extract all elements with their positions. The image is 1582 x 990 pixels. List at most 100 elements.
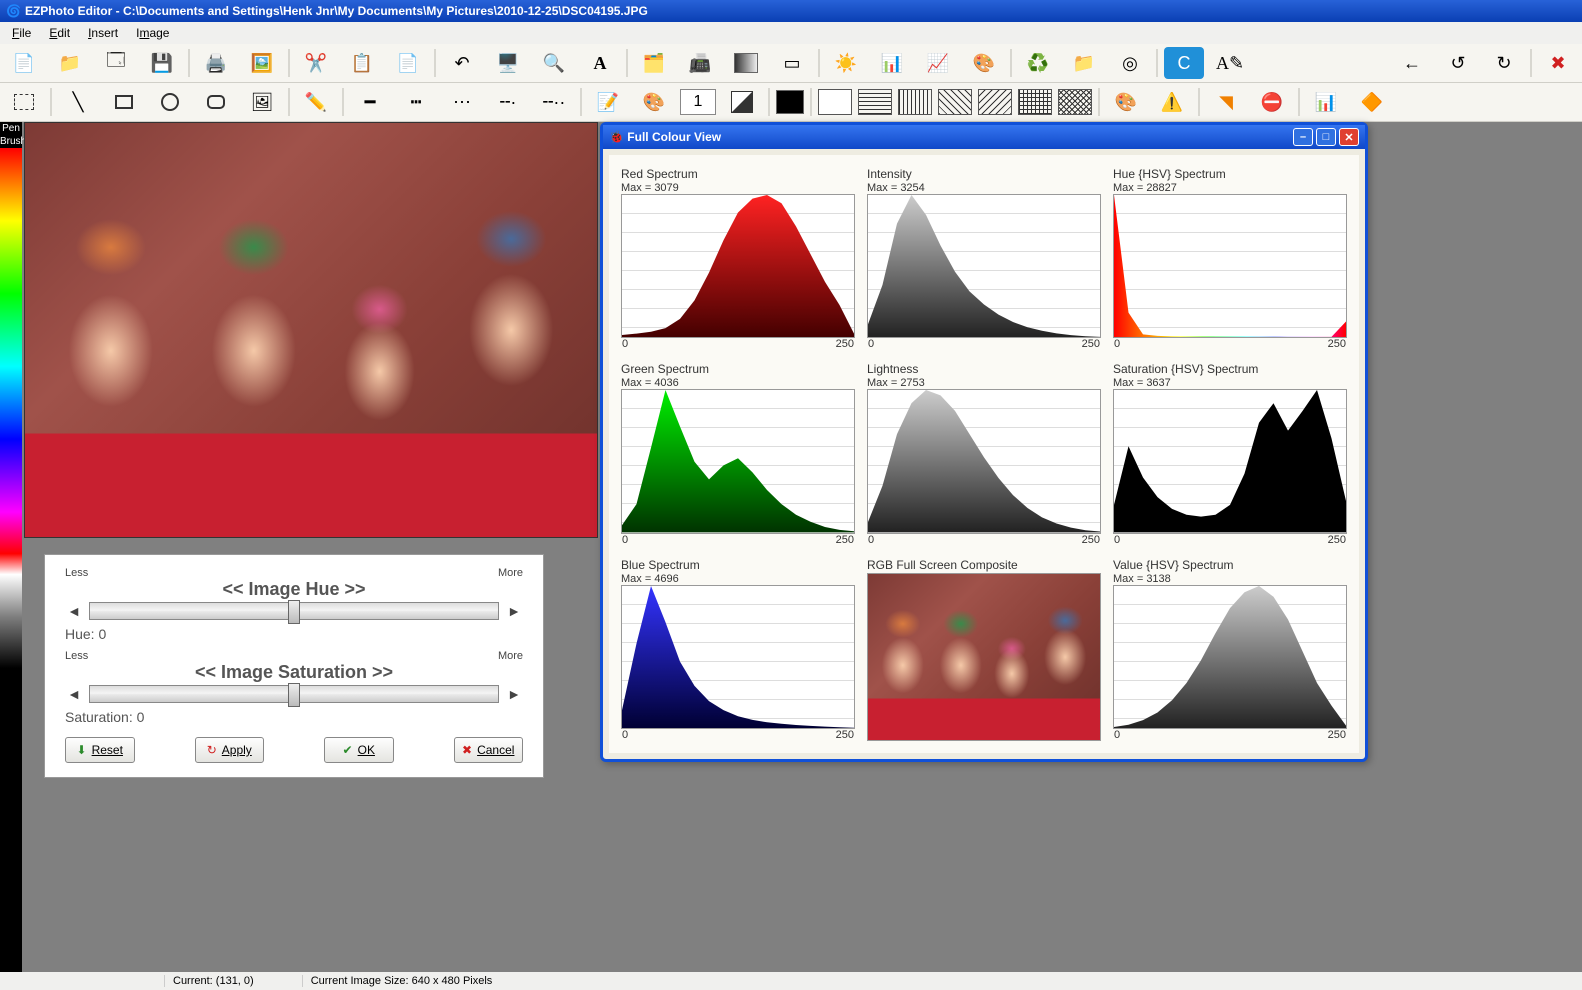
- rotate-ccw-icon[interactable]: ↺: [1438, 47, 1478, 79]
- rect-tool-icon[interactable]: [104, 86, 144, 118]
- line-style-dash-icon[interactable]: ┅: [396, 86, 436, 118]
- close-app-icon[interactable]: ✖: [1538, 47, 1578, 79]
- apply-button[interactable]: ↻Apply: [195, 737, 265, 763]
- crop-icon[interactable]: 🖼: [242, 86, 282, 118]
- cancel-button[interactable]: ✖Cancel: [454, 737, 524, 763]
- histogram-title: Red Spectrum: [621, 167, 855, 181]
- menu-insert[interactable]: Insert: [80, 24, 126, 42]
- sat-increase-button[interactable]: ►: [505, 685, 523, 703]
- image-canvas[interactable]: [24, 122, 598, 538]
- rounded-rect-icon[interactable]: [196, 86, 236, 118]
- hue-value: Hue: 0: [65, 626, 523, 642]
- selection-rect-icon[interactable]: [4, 86, 44, 118]
- reset-button[interactable]: ⬇Reset: [65, 737, 135, 763]
- sat-decrease-button[interactable]: ◄: [65, 685, 83, 703]
- pattern-hlines[interactable]: [858, 89, 892, 115]
- hue-slider[interactable]: [89, 602, 499, 620]
- diamond-icon[interactable]: 🔶: [1352, 86, 1392, 118]
- histogram-title: Intensity: [867, 167, 1101, 181]
- new-file-icon[interactable]: 📄: [4, 47, 44, 79]
- brightness-icon[interactable]: ☀️: [826, 47, 866, 79]
- paste-icon[interactable]: 📄: [388, 47, 428, 79]
- copy-icon[interactable]: 📋: [342, 47, 382, 79]
- line-tool-icon[interactable]: ╲: [58, 86, 98, 118]
- maximize-button[interactable]: □: [1316, 128, 1336, 146]
- close-button[interactable]: ✕: [1339, 128, 1359, 146]
- color-gradient-picker[interactable]: [0, 148, 22, 668]
- sat-slider[interactable]: [89, 685, 499, 703]
- circle-tool-icon[interactable]: [150, 86, 190, 118]
- pattern-none[interactable]: [818, 89, 852, 115]
- app-titlebar: 🌀 EZPhoto Editor - C:\Documents and Sett…: [0, 0, 1582, 22]
- action-orange-icon[interactable]: ◥: [1206, 86, 1246, 118]
- brush-label[interactable]: Brush: [0, 135, 22, 148]
- hue-decrease-button[interactable]: ◄: [65, 602, 83, 620]
- bars-icon[interactable]: 📊: [1306, 86, 1346, 118]
- sat-more-label: More: [498, 650, 523, 662]
- pattern-diag1[interactable]: [938, 89, 972, 115]
- refresh-icon[interactable]: C: [1164, 47, 1204, 79]
- folder-icon[interactable]: 📁: [1064, 47, 1104, 79]
- line-style-solid-icon[interactable]: ━: [350, 86, 390, 118]
- line-width-input[interactable]: [680, 89, 716, 115]
- histogram-title: RGB Full Screen Composite: [867, 558, 1101, 572]
- histogram-plot: [1113, 389, 1347, 533]
- monitor-icon[interactable]: 🖥️: [488, 47, 528, 79]
- print-icon[interactable]: 🖨️: [196, 47, 236, 79]
- histogram-icon[interactable]: 📈: [918, 47, 958, 79]
- warning-icon[interactable]: ⚠️: [1152, 86, 1192, 118]
- pattern-grid[interactable]: [1018, 89, 1052, 115]
- save-icon[interactable]: 💾: [142, 47, 182, 79]
- ladybug-icon: 🐞: [609, 130, 624, 144]
- hue-more-label: More: [498, 567, 523, 579]
- recycle-icon[interactable]: ♻️: [1018, 47, 1058, 79]
- diagonal-split-icon[interactable]: [722, 86, 762, 118]
- histogram-title: Saturation {HSV} Spectrum: [1113, 362, 1347, 376]
- line-style-dot-icon[interactable]: ⋯: [442, 86, 482, 118]
- pattern-cross[interactable]: [1058, 89, 1092, 115]
- ok-button[interactable]: ✔OK: [324, 737, 394, 763]
- menu-file[interactable]: File: [4, 24, 39, 42]
- text-icon[interactable]: A: [580, 47, 620, 79]
- colour-view-titlebar[interactable]: 🐞 Full Colour View – □ ✕: [603, 125, 1365, 149]
- open-icon[interactable]: 📁: [50, 47, 90, 79]
- font-tool-icon[interactable]: A✎: [1210, 47, 1250, 79]
- nav-back-icon[interactable]: ←: [1392, 47, 1432, 79]
- pattern-vlines[interactable]: [898, 89, 932, 115]
- histogram-title: Value {HSV} Spectrum: [1113, 558, 1347, 572]
- rotate-cw-icon[interactable]: ↻: [1484, 47, 1524, 79]
- full-colour-view-window: 🐞 Full Colour View – □ ✕ Red SpectrumMax…: [600, 122, 1368, 762]
- undo-icon[interactable]: ↶: [442, 47, 482, 79]
- hue-increase-button[interactable]: ►: [505, 602, 523, 620]
- edit-pencil-icon[interactable]: 📝: [588, 86, 628, 118]
- histogram-7: RGB Full Screen Composite: [867, 558, 1101, 741]
- histogram-plot: [1113, 194, 1347, 338]
- line-style-dashdotdot-icon[interactable]: ╌··: [534, 86, 574, 118]
- pencil-icon[interactable]: ✏️: [296, 86, 336, 118]
- menu-image[interactable]: Image: [128, 24, 177, 42]
- histogram-plot: [621, 585, 855, 729]
- menubar: File Edit Insert Image: [0, 22, 1582, 44]
- layers-icon[interactable]: ▭: [772, 47, 812, 79]
- image-export-icon[interactable]: 🖼️: [242, 47, 282, 79]
- copy-window-icon[interactable]: 🗔: [96, 47, 136, 79]
- cut-icon[interactable]: ✂️: [296, 47, 336, 79]
- gallery-icon[interactable]: 🗂️: [634, 47, 674, 79]
- pen-label[interactable]: Pen: [0, 122, 22, 135]
- scanner-icon[interactable]: 📠: [680, 47, 720, 79]
- target-icon[interactable]: ◎: [1110, 47, 1150, 79]
- minimize-button[interactable]: –: [1293, 128, 1313, 146]
- pattern-diag2[interactable]: [978, 89, 1012, 115]
- channels-icon[interactable]: 🎨: [964, 47, 1004, 79]
- line-style-dashdot-icon[interactable]: ╌·: [488, 86, 528, 118]
- histogram-plot: [621, 389, 855, 533]
- levels-icon[interactable]: 📊: [872, 47, 912, 79]
- color-black-swatch[interactable]: [776, 90, 804, 114]
- menu-edit[interactable]: Edit: [41, 24, 78, 42]
- stop-icon[interactable]: ⛔: [1252, 86, 1292, 118]
- palette-icon[interactable]: 🎨: [634, 86, 674, 118]
- zoom-icon[interactable]: 🔍: [534, 47, 574, 79]
- palette2-icon[interactable]: 🎨: [1106, 86, 1146, 118]
- gradient-icon[interactable]: [726, 47, 766, 79]
- composite-thumbnail[interactable]: [867, 573, 1101, 741]
